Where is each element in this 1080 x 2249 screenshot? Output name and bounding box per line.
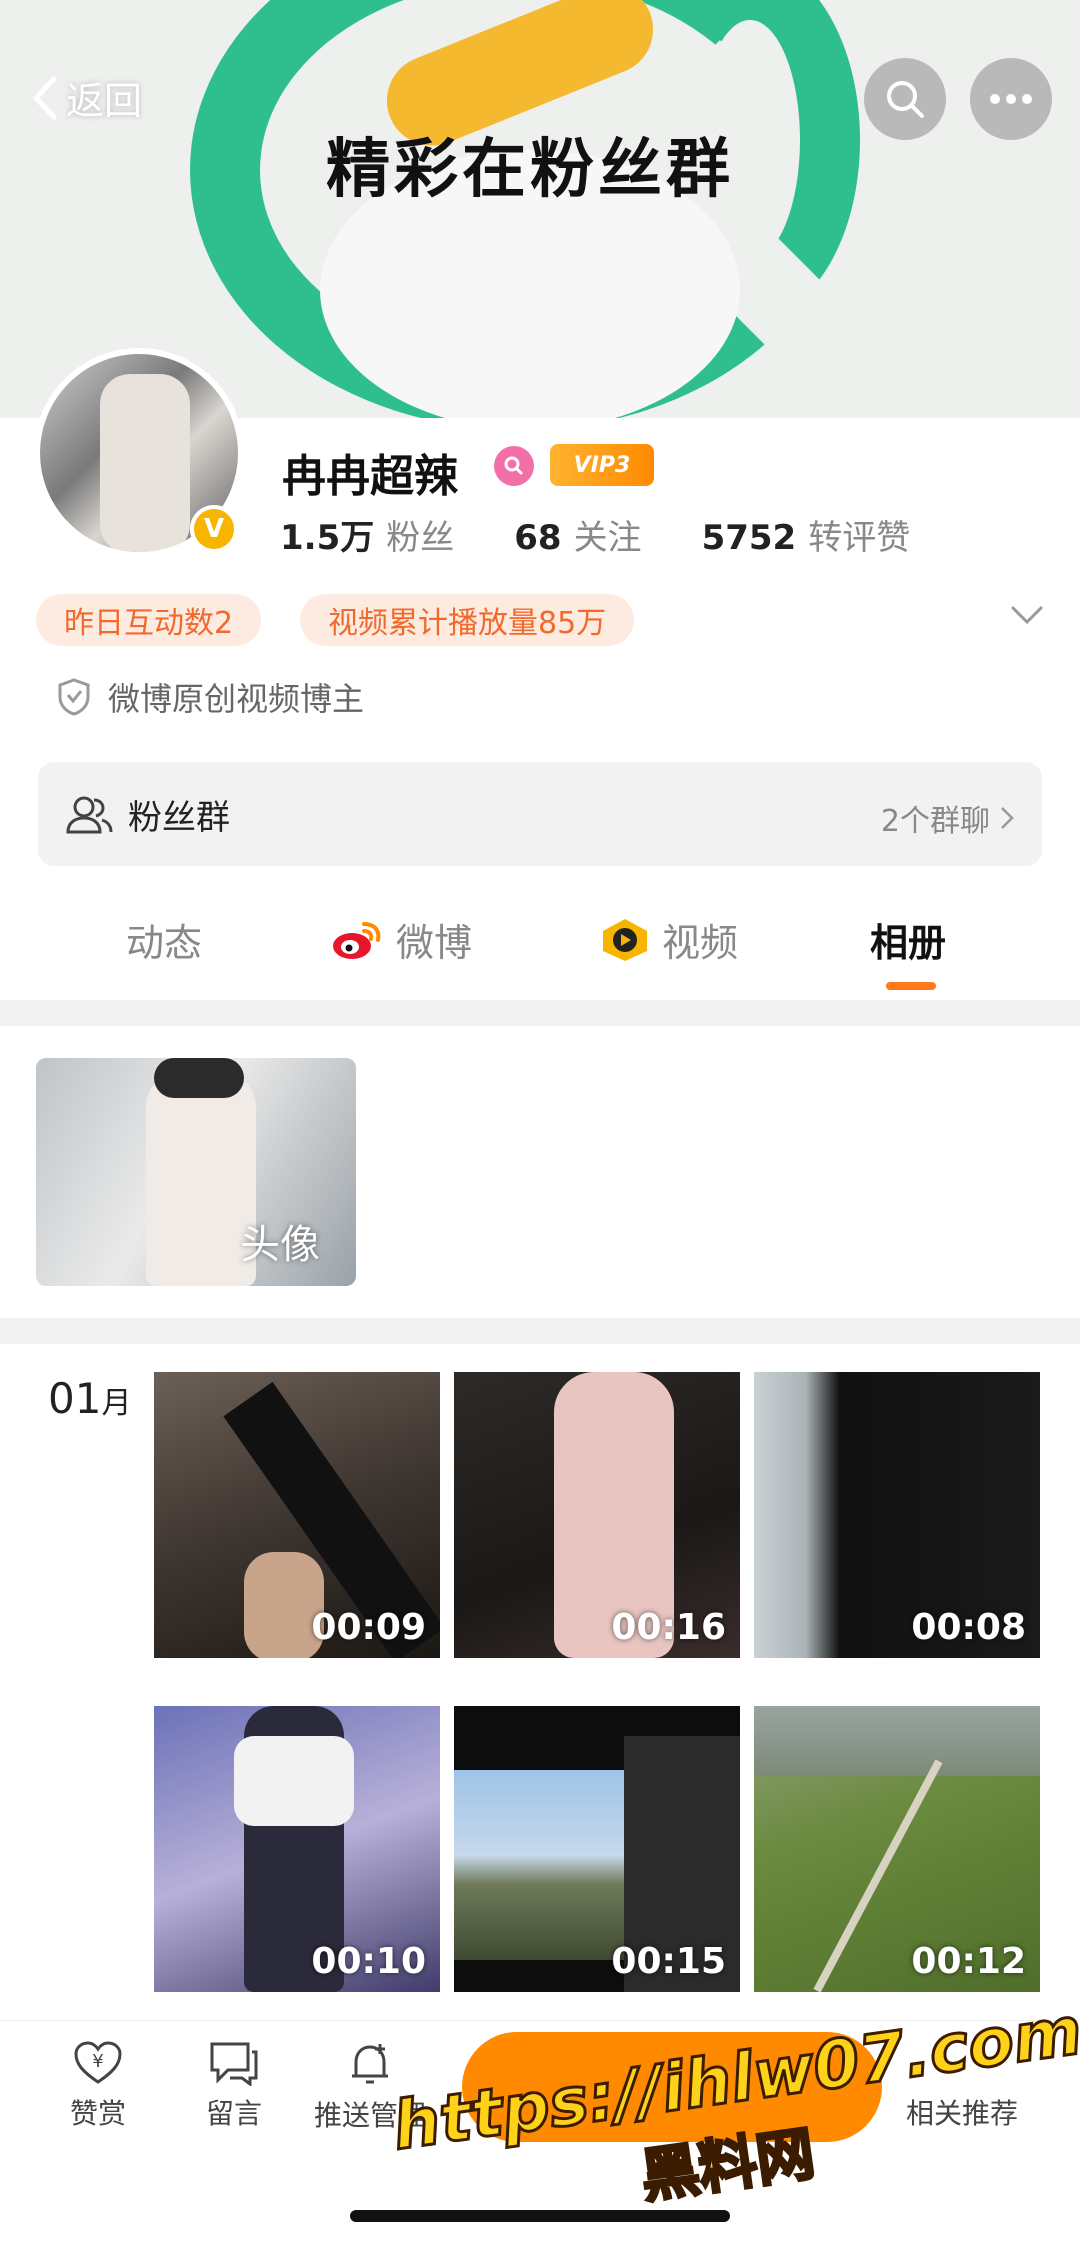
- certification-label: 微博原创视频博主: [108, 680, 365, 718]
- svg-text:¥: ¥: [92, 2051, 103, 2072]
- album-hair: [154, 1058, 244, 1098]
- expand-button[interactable]: [1010, 604, 1044, 630]
- tab-label: 视频: [662, 921, 739, 965]
- video-thumbnail[interactable]: 00:15: [454, 1706, 740, 1992]
- stat-value: 68: [514, 518, 562, 558]
- search-button[interactable]: [864, 58, 946, 140]
- chevron-left-icon: [33, 76, 57, 119]
- chevron-right-icon: [1001, 807, 1014, 829]
- fan-group-title: 粉丝群: [64, 790, 230, 839]
- fan-group-count[interactable]: 2个群聊: [881, 796, 1014, 840]
- month-unit: 月: [101, 1386, 132, 1421]
- profile-stats: 1.5万 粉丝 68 关注 5752 转评赞: [280, 510, 970, 559]
- tab-weibo[interactable]: 微博: [330, 912, 472, 967]
- video-duration: 00:10: [311, 1941, 426, 1982]
- profile-name: 冉冉超辣: [282, 451, 458, 502]
- more-icon: [990, 94, 1032, 104]
- tag-interactions[interactable]: 昨日互动数2: [36, 594, 262, 646]
- fan-group-label: 粉丝群: [128, 798, 230, 838]
- tab-feed[interactable]: 动态: [126, 912, 202, 967]
- tab-videos[interactable]: 视频: [600, 912, 738, 967]
- bottom-item-label: 相关推荐: [906, 2097, 1019, 2130]
- member-badge-icon[interactable]: [494, 446, 534, 486]
- video-duration: 00:09: [311, 1607, 426, 1648]
- album-label: 头像: [240, 1222, 320, 1268]
- back-label: 返回: [66, 79, 143, 123]
- video-thumbnail[interactable]: 00:12: [754, 1706, 1040, 1992]
- thumb-shape: [234, 1736, 354, 1826]
- vip-badge[interactable]: VIP3: [550, 444, 654, 486]
- heart-yen-icon: ¥: [74, 2041, 122, 2084]
- video-thumbnail[interactable]: 00:09: [154, 1372, 440, 1658]
- more-button[interactable]: [970, 58, 1052, 140]
- video-thumbnail[interactable]: 00:08: [754, 1372, 1040, 1658]
- reward-button[interactable]: ¥ 赞赏: [70, 2040, 126, 2132]
- tab-label: 相册: [870, 921, 947, 965]
- stat-interactions[interactable]: 5752 转评赞: [702, 510, 971, 559]
- video-thumbnail[interactable]: 00:16: [454, 1372, 740, 1658]
- stat-value: 1.5万: [280, 518, 375, 558]
- message-button[interactable]: 留言: [206, 2040, 262, 2132]
- avatar-figure: [100, 374, 190, 552]
- tab-label: 微博: [396, 921, 473, 965]
- bell-icon: [352, 2044, 388, 2084]
- certification[interactable]: 微博原创视频博主: [56, 674, 364, 720]
- shield-icon: [58, 678, 90, 716]
- home-indicator[interactable]: [350, 2210, 730, 2222]
- bottom-item-label: 赞赏: [70, 2097, 127, 2130]
- stat-label: 粉丝: [386, 518, 455, 558]
- back-button[interactable]: 返回: [30, 70, 142, 125]
- video-duration: 00:08: [911, 1607, 1026, 1648]
- section-divider: [0, 1318, 1080, 1344]
- month-number: 01: [48, 1374, 102, 1423]
- tab-label: 动态: [126, 921, 203, 965]
- banner-text: 精彩在粉丝群: [326, 133, 734, 207]
- group-icon: [66, 796, 113, 833]
- month-label: 01月: [48, 1374, 131, 1423]
- video-duration: 00:16: [611, 1607, 726, 1648]
- search-icon: [887, 81, 924, 118]
- video-icon: [603, 918, 647, 961]
- section-divider: [0, 1000, 1080, 1026]
- fan-group-count-label: 2个群聊: [880, 804, 990, 839]
- chevron-down-icon: [1011, 606, 1043, 625]
- stat-followers[interactable]: 1.5万 粉丝: [280, 510, 514, 559]
- verified-badge: V: [190, 505, 238, 553]
- tab-album[interactable]: 相册: [870, 912, 946, 967]
- weibo-icon: [333, 921, 381, 959]
- stat-label: 关注: [573, 518, 642, 558]
- video-thumbnail[interactable]: 00:10: [154, 1706, 440, 1992]
- thumb-shape: [454, 1770, 644, 1960]
- video-duration: 00:12: [911, 1941, 1026, 1982]
- tag-video-plays[interactable]: 视频累计播放量85万: [300, 594, 635, 646]
- bottom-item-label: 留言: [206, 2097, 263, 2130]
- video-duration: 00:15: [611, 1941, 726, 1982]
- stat-value: 5752: [701, 518, 797, 558]
- tab-active-indicator: [886, 982, 936, 990]
- stat-following[interactable]: 68 关注: [514, 510, 701, 559]
- stat-label: 转评赞: [808, 518, 911, 558]
- comment-icon: [210, 2042, 258, 2086]
- thumb-shape: [754, 1706, 1040, 1776]
